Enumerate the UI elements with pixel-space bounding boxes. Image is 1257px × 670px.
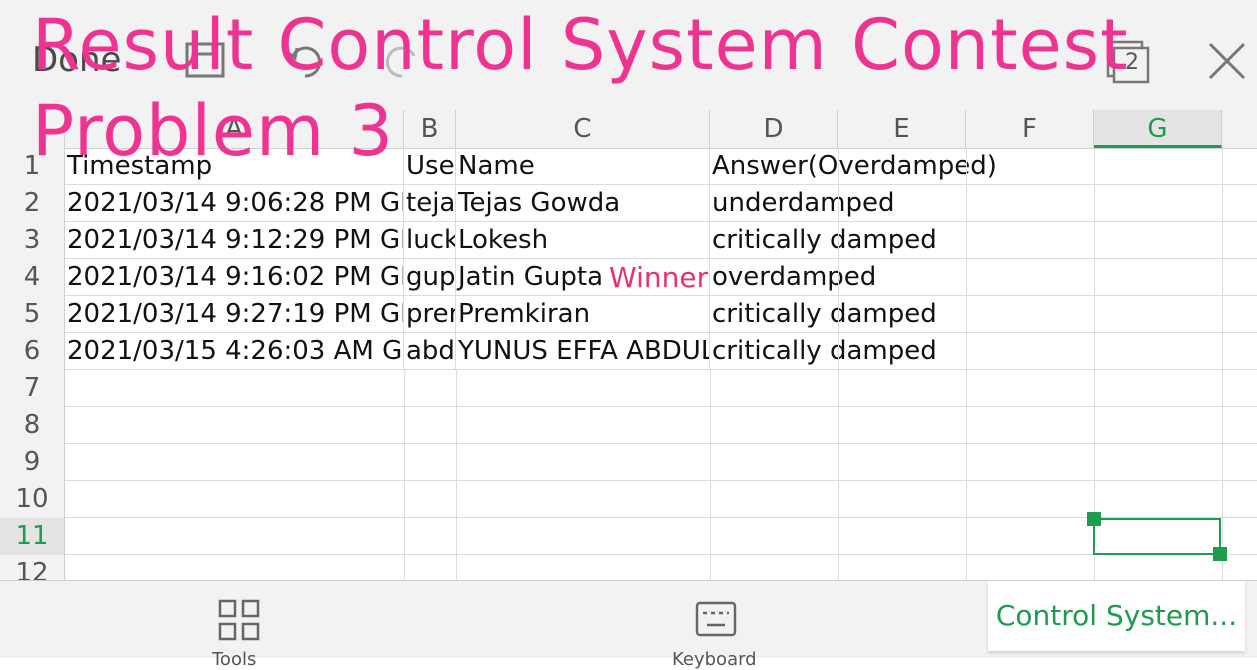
column-header-row: A B C D E F G	[0, 110, 1257, 149]
keyboard-icon[interactable]	[695, 599, 737, 641]
cell-b5[interactable]: prem	[404, 296, 456, 333]
tools-label[interactable]: Tools	[212, 649, 256, 670]
column-header-a[interactable]: A	[65, 110, 404, 148]
spreadsheet-grid[interactable]: A B C D E F G 1 Timestamp User Name Answ…	[0, 110, 1257, 580]
row-header[interactable]: 4	[0, 259, 65, 296]
winner-annotation: Winner	[609, 261, 709, 294]
redo-icon[interactable]	[380, 38, 424, 82]
cell-a3[interactable]: 2021/03/14 9:12:29 PM GMT	[65, 222, 404, 259]
grid-line	[838, 148, 839, 580]
done-button[interactable]: Done	[32, 40, 121, 80]
table-row: 1 Timestamp User Name Answer(Overdamped)	[0, 148, 1257, 185]
column-header-c[interactable]: C	[456, 110, 710, 148]
table-row: 3 2021/03/14 9:12:29 PM GMT lucky Lokesh…	[0, 222, 1257, 259]
cell-c3[interactable]: Lokesh	[456, 222, 710, 259]
cell-b1[interactable]: User	[404, 148, 456, 185]
table-row: 11	[0, 518, 1257, 555]
cell-a1[interactable]: Timestamp	[65, 148, 404, 185]
cell-a6[interactable]: 2021/03/15 4:26:03 AM GMT	[65, 333, 404, 370]
cell-d6[interactable]: critically damped	[710, 333, 937, 370]
row-header[interactable]: 12	[0, 555, 65, 580]
cell-c6[interactable]: YUNUS EFFA ABDUL	[456, 333, 710, 370]
tab-count-badge: 2	[1125, 50, 1139, 75]
column-header-d[interactable]: D	[710, 110, 838, 148]
cell-c5[interactable]: Premkiran	[456, 296, 710, 333]
cell-d5[interactable]: critically damped	[710, 296, 937, 333]
column-header-g[interactable]: G	[1094, 110, 1222, 148]
row-header[interactable]: 3	[0, 222, 65, 259]
row-header[interactable]: 9	[0, 444, 65, 481]
undo-icon[interactable]	[283, 38, 327, 82]
table-row: 8	[0, 407, 1257, 444]
column-header-e[interactable]: E	[838, 110, 966, 148]
column-header-b[interactable]: B	[404, 110, 456, 148]
grid-line	[456, 370, 457, 580]
row-header[interactable]: 1	[0, 148, 65, 185]
row-header[interactable]: 5	[0, 296, 65, 333]
keyboard-label[interactable]: Keyboard	[672, 649, 757, 670]
select-all-corner[interactable]	[0, 110, 65, 148]
row-header[interactable]: 2	[0, 185, 65, 222]
cell-a2[interactable]: 2021/03/14 9:06:28 PM GMT	[65, 185, 404, 222]
cell-d1[interactable]: Answer(Overdamped)	[710, 148, 997, 185]
cell-c2[interactable]: Tejas Gowda	[456, 185, 710, 222]
selection-handle-bottom-right[interactable]	[1213, 547, 1227, 561]
close-icon[interactable]	[1206, 40, 1248, 82]
row-header[interactable]: 7	[0, 370, 65, 407]
cell-b3[interactable]: lucky	[404, 222, 456, 259]
bottom-bar: Tools Keyboard Control System...	[0, 580, 1257, 670]
selection-handle-top-left[interactable]	[1087, 512, 1101, 526]
row-header[interactable]: 11	[0, 518, 65, 555]
table-row: 6 2021/03/15 4:26:03 AM GMT abdul YUNUS …	[0, 333, 1257, 370]
cell-d4[interactable]: overdamped	[710, 259, 876, 296]
sheet-tab-control-system[interactable]: Control System...	[988, 581, 1245, 651]
grid-line	[710, 370, 711, 580]
tools-icon[interactable]	[218, 599, 260, 641]
table-row: 2 2021/03/14 9:06:28 PM GMT tejas Tejas …	[0, 185, 1257, 222]
table-row: 10	[0, 481, 1257, 518]
grid-line	[966, 148, 967, 580]
table-row: 4 2021/03/14 9:16:02 PM GMT gupta Jatin …	[0, 259, 1257, 296]
table-row: 7	[0, 370, 1257, 407]
cell-d2[interactable]: underdamped	[710, 185, 894, 222]
cell-b4[interactable]: gupta	[404, 259, 456, 296]
cell-selection[interactable]	[1087, 512, 1227, 561]
row-header[interactable]: 8	[0, 407, 65, 444]
cell-a4[interactable]: 2021/03/14 9:16:02 PM GMT	[65, 259, 404, 296]
column-header-f[interactable]: F	[966, 110, 1094, 148]
table-row: 9	[0, 444, 1257, 481]
table-row: 12	[0, 555, 1257, 580]
cell-d3[interactable]: critically damped	[710, 222, 937, 259]
grid-line	[404, 370, 405, 580]
row-header[interactable]: 6	[0, 333, 65, 370]
table-row: 5 2021/03/14 9:27:19 PM GMT prem Premkir…	[0, 296, 1257, 333]
cell-c1[interactable]: Name	[456, 148, 710, 185]
top-toolbar: Done 2	[0, 0, 1257, 111]
cell-b6[interactable]: abdul	[404, 333, 456, 370]
open-tabs-icon[interactable]: 2	[1106, 40, 1150, 84]
save-icon[interactable]	[183, 38, 227, 82]
cell-a5[interactable]: 2021/03/14 9:27:19 PM GMT	[65, 296, 404, 333]
grid-line	[1222, 148, 1223, 580]
cell-b2[interactable]: tejas	[404, 185, 456, 222]
row-header[interactable]: 10	[0, 481, 65, 518]
